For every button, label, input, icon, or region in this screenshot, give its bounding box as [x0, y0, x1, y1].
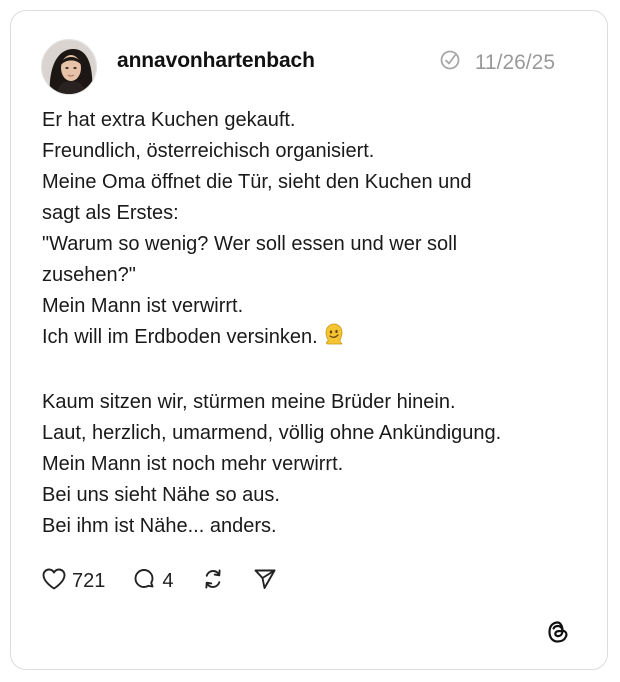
post-line: sagt als Erstes:	[42, 202, 179, 224]
avatar[interactable]	[41, 39, 97, 95]
post-line: "Warum so wenig? Wer soll essen und wer …	[42, 233, 458, 255]
post-line-with-emoji: Ich will im Erdboden versinken.	[42, 322, 582, 356]
send-icon	[252, 566, 278, 597]
share-button[interactable]	[252, 566, 278, 597]
post-line: Meine Oma öffnet die Tür, sieht den Kuch…	[42, 171, 472, 193]
like-count: 721	[72, 569, 106, 592]
post-line: Er hat extra Kuchen gekauft.	[42, 109, 296, 131]
post-line: Kaum sitzen wir, stürmen meine Brüder hi…	[42, 391, 456, 413]
post-line: Laut, herzlich, umarmend, völlig ohne An…	[42, 422, 502, 444]
heart-icon	[41, 567, 67, 596]
like-button[interactable]: 721	[41, 567, 105, 596]
check-circle-icon	[439, 49, 461, 76]
post-blank-line	[42, 356, 582, 387]
post-line: zusehen?"	[42, 264, 136, 286]
comment-count: 4	[162, 569, 174, 592]
comment-icon	[131, 566, 157, 597]
repost-icon	[200, 566, 226, 597]
username[interactable]: annavonhartenbach	[117, 49, 315, 73]
post-card: annavonhartenbach 11/26/25 Er hat extra …	[10, 10, 608, 670]
melting-face-emoji	[322, 322, 346, 356]
comment-button[interactable]: 4	[131, 566, 174, 597]
post-date: 11/26/25	[474, 50, 555, 74]
threads-logo-icon	[545, 619, 571, 645]
post-body: Er hat extra Kuchen gekauft. Freundlich,…	[42, 105, 582, 542]
post-meta: 11/26/25	[439, 49, 555, 76]
post-line: Freundlich, österreichisch organisiert.	[42, 140, 375, 162]
post-line-text: Ich will im Erdboden versinken.	[42, 326, 318, 348]
post-line: Mein Mann ist noch mehr verwirrt.	[42, 453, 344, 475]
repost-button[interactable]	[200, 566, 226, 597]
avatar-image	[42, 40, 96, 94]
post-line: Mein Mann ist verwirrt.	[42, 295, 244, 317]
action-bar: 721 4	[41, 567, 304, 595]
post-line: Bei ihm ist Nähe... anders.	[42, 515, 277, 537]
post-line: Bei uns sieht Nähe so aus.	[42, 484, 280, 506]
